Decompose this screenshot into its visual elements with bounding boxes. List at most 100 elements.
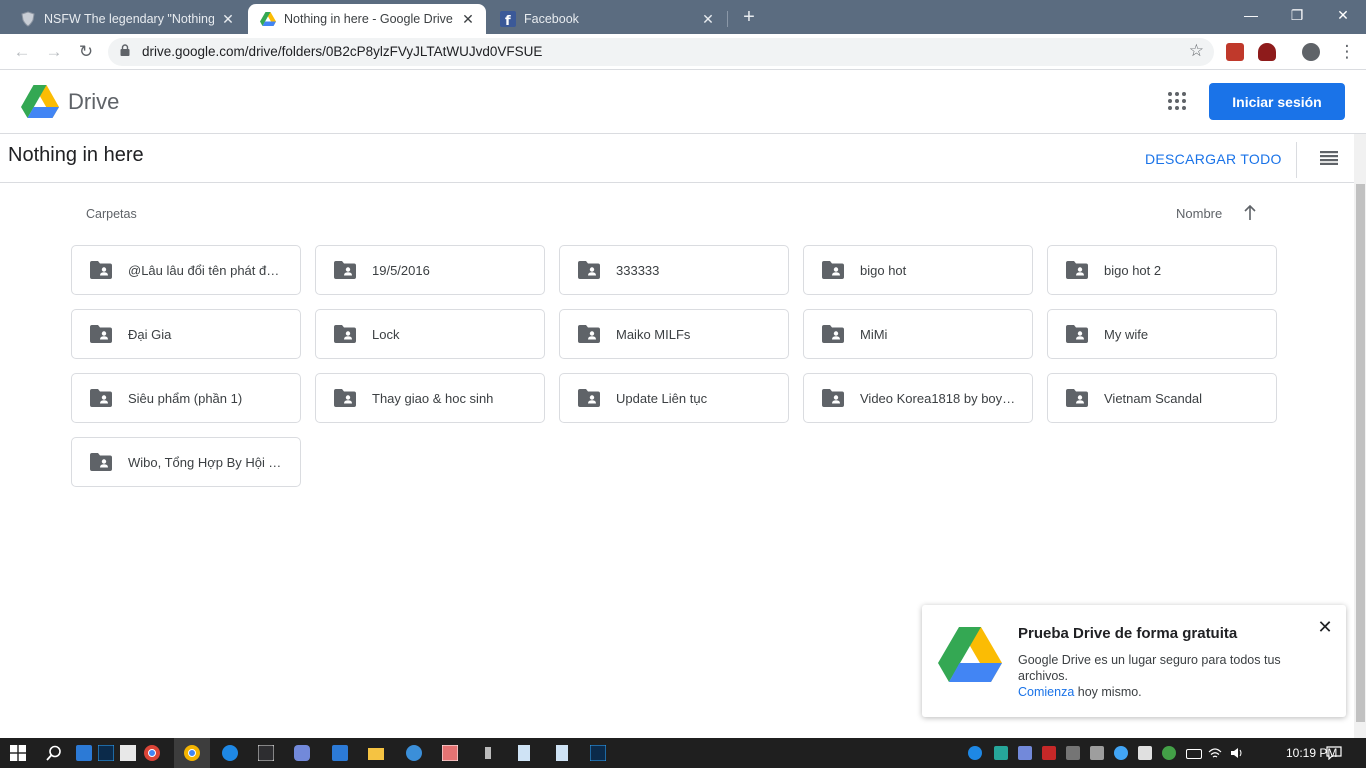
tray-app-icon[interactable] [1066,746,1080,760]
folder-card[interactable]: Wibo, Tổng Hợp By Hội Thánh [71,437,301,487]
folder-card[interactable]: bigo hot 2 [1047,245,1277,295]
film-icon[interactable] [118,743,138,763]
folder-name: bigo hot 2 [1104,262,1162,278]
reload-icon[interactable]: ↻ [74,41,98,63]
tray-app-icon[interactable] [1114,746,1128,760]
folder-card[interactable]: bigo hot [803,245,1033,295]
tray-discord-icon[interactable] [1018,746,1032,760]
file-explorer-icon[interactable] [366,743,386,763]
folder-card[interactable]: Vietnam Scandal [1047,373,1277,423]
apps-grid-icon[interactable] [1168,92,1186,110]
folder-card[interactable]: @Lâu lâu đổi tên phát đỡ bị xóa [71,245,301,295]
wifi-icon[interactable] [1208,746,1222,760]
audio-icon[interactable] [478,743,498,763]
folder-name: Video Korea1818 by boykorea [860,390,1032,406]
ublock-icon[interactable] [1258,43,1276,61]
visual-studio-icon[interactable] [256,743,276,763]
forward-icon[interactable]: → [42,41,66,63]
restore-button[interactable]: ❐ [1274,0,1320,30]
tab-nsfw[interactable]: NSFW The legendary "Nothing in here" ✕ [8,4,246,34]
folder-card[interactable]: Video Korea1818 by boykorea [803,373,1033,423]
menu-dots-icon[interactable]: ⋮ [1335,41,1359,63]
extension-icon[interactable] [1226,43,1244,61]
tray-app-icon[interactable] [994,746,1008,760]
back-icon[interactable]: ← [10,41,34,63]
window-close-button[interactable]: ✕ [1320,0,1366,30]
tab-google-drive[interactable]: Nothing in here - Google Drive ✕ [248,4,486,34]
paint-icon[interactable] [440,743,460,763]
drive-header: Drive Iniciar sesión [0,70,1366,134]
folder-card[interactable]: 19/5/2016 [315,245,545,295]
promo-link[interactable]: Comienza [1018,685,1074,699]
battery-icon[interactable] [1186,749,1202,759]
close-icon[interactable]: ✕ [460,11,476,28]
promo-title: Prueba Drive de forma gratuita [1018,625,1238,642]
tray-app-icon[interactable] [1162,746,1176,760]
vscode-icon[interactable] [74,743,94,763]
shared-folder-icon [822,325,844,343]
page-title: Nothing in here [8,144,144,166]
browser-globe-icon[interactable] [220,743,240,763]
chrome-icon[interactable] [142,743,162,763]
folder-card[interactable]: MiMi [803,309,1033,359]
drive-icon [260,11,276,27]
tab-facebook[interactable]: f Facebook ✕ [488,4,726,34]
folder-card[interactable]: 333333 [559,245,789,295]
sort-by-name-button[interactable]: Nombre [1176,206,1222,221]
folder-card[interactable]: Thay giao & hoc sinh [315,373,545,423]
folder-grid: @Lâu lâu đổi tên phát đỡ bị xóa 19/5/2016… [71,245,1277,487]
chrome-active-icon[interactable] [174,738,210,768]
drive-brand[interactable]: Drive [68,89,119,115]
promo-body: Google Drive es un lugar seguro para tod… [1018,652,1308,700]
close-icon[interactable]: ✕ [700,11,716,28]
tab-title: Nothing in here - Google Drive [284,12,453,26]
minimize-button[interactable]: — [1228,0,1274,30]
scrollbar-thumb[interactable] [1356,184,1365,722]
folder-card[interactable]: Update Liên tục [559,373,789,423]
notepad-icon[interactable] [552,743,572,763]
folder-card[interactable]: My wife [1047,309,1277,359]
photoshop-icon[interactable] [96,743,116,763]
close-icon[interactable]: ✕ [1316,617,1334,638]
shared-folder-icon [1066,325,1088,343]
close-icon[interactable]: ✕ [220,11,236,28]
list-view-icon[interactable] [1320,151,1338,165]
network-globe-icon[interactable] [404,743,424,763]
folder-card[interactable]: Siêu phẩm (phần 1) [71,373,301,423]
download-all-button[interactable]: DESCARGAR TODO [1145,151,1282,167]
folder-name: Siêu phẩm (phần 1) [128,390,243,406]
new-tab-button[interactable]: + [738,6,760,28]
folder-name: Đại Gia [128,326,172,342]
notification-icon[interactable] [1326,746,1342,761]
windows-start-icon[interactable] [8,743,28,763]
discord-icon[interactable] [292,743,312,763]
shared-folder-icon [334,389,356,407]
network-icon[interactable] [1138,746,1152,760]
folder-card[interactable]: Lock [315,309,545,359]
windows-taskbar: 10:19 PM [0,738,1366,768]
folder-name: bigo hot [860,262,907,278]
notepad-icon[interactable] [514,743,534,763]
photoshop-icon[interactable] [588,743,608,763]
profile-icon[interactable] [1302,43,1320,61]
section-label-folders: Carpetas [86,207,137,221]
vscode-icon[interactable] [330,743,350,763]
tab-title: Facebook [524,12,579,26]
arrow-up-icon[interactable] [1243,205,1257,221]
tray-shield-icon[interactable] [1042,746,1056,760]
browser-toolbar: ← → ↻ drive.google.com/drive/folders/0B2… [0,34,1366,70]
drive-logo-icon[interactable] [21,85,59,119]
shared-folder-icon [90,389,112,407]
tray-app-icon[interactable] [1090,746,1104,760]
volume-icon[interactable] [1230,746,1244,760]
folder-card[interactable]: Đại Gia [71,309,301,359]
folder-name: Lock [372,326,400,342]
shared-folder-icon [822,261,844,279]
address-bar[interactable]: drive.google.com/drive/folders/0B2cP8ylz… [108,38,1214,66]
folder-card[interactable]: Maiko MILFs [559,309,789,359]
signin-button[interactable]: Iniciar sesión [1209,83,1345,120]
browser-tab-strip: NSFW The legendary "Nothing in here" ✕ N… [0,0,1366,34]
search-icon[interactable] [44,743,64,763]
tray-globe-icon[interactable] [968,746,982,760]
bookmark-star-icon[interactable]: ☆ [1189,41,1204,61]
